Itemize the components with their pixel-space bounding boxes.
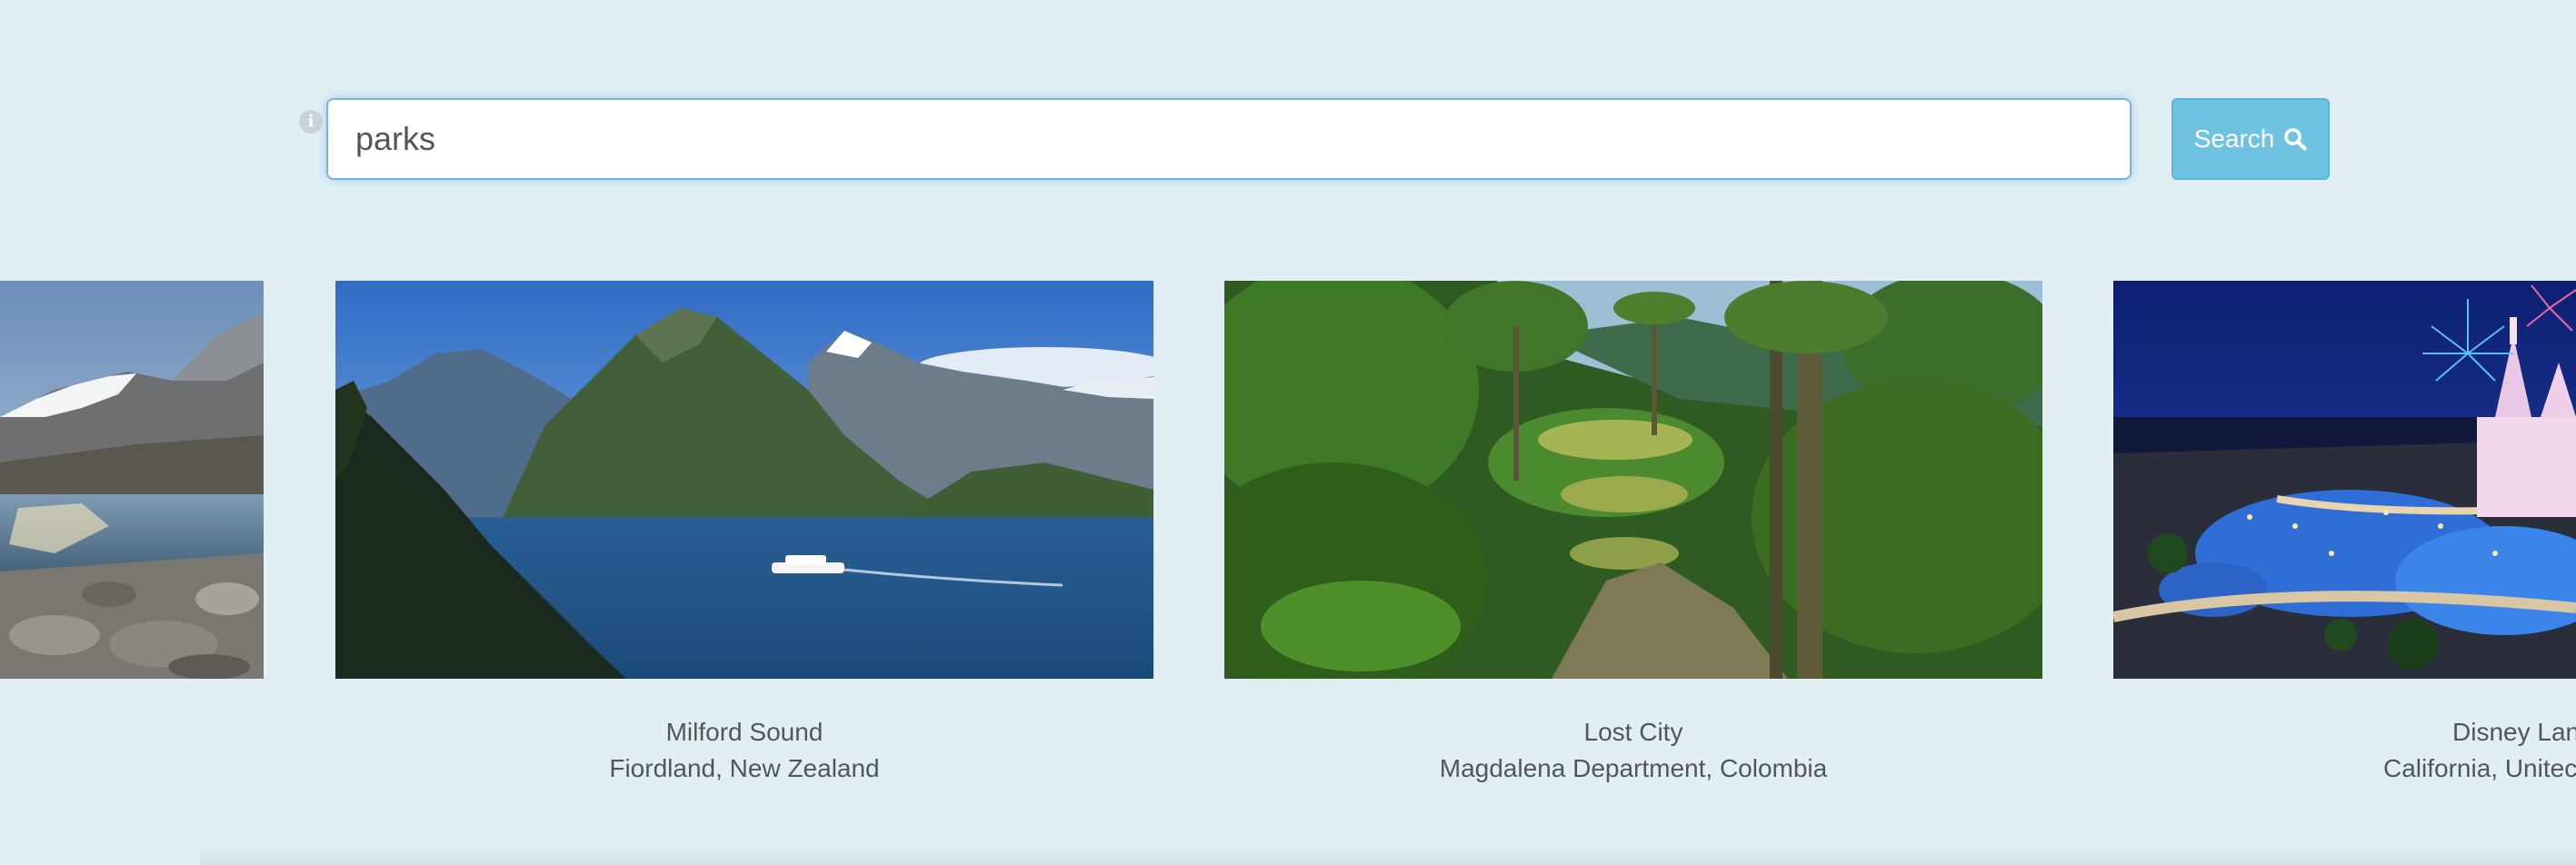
glacier-lake-illustration bbox=[0, 281, 264, 679]
page: i Search bbox=[0, 0, 2576, 865]
card-image-glacier-lake[interactable] bbox=[0, 281, 264, 679]
card-caption-disney-land: Disney Lan California, Unitec bbox=[2383, 714, 2576, 787]
card-location: Magdalena Department, Colombia bbox=[1439, 754, 1828, 782]
card-caption-milford-sound: Milford Sound Fiordland, New Zealand bbox=[335, 714, 1153, 787]
search-icon bbox=[2284, 128, 2307, 151]
card-caption-lost-city: Lost City Magdalena Department, Colombia bbox=[1224, 714, 2042, 787]
card-title[interactable]: Disney Lan bbox=[2452, 714, 2576, 751]
bottom-panel-edge bbox=[200, 845, 2576, 865]
card-image-milford-sound[interactable] bbox=[335, 281, 1153, 679]
search-button-label: Search bbox=[2193, 124, 2275, 153]
card-image-disney-land[interactable] bbox=[2113, 281, 2576, 679]
search-input[interactable] bbox=[326, 98, 2132, 180]
castle-night-illustration bbox=[2113, 281, 2576, 679]
jungle-terraces-illustration bbox=[1224, 281, 2042, 679]
card-location: California, Unitec bbox=[2383, 754, 2576, 782]
card-location: Fiordland, New Zealand bbox=[609, 754, 880, 782]
card-image-lost-city[interactable] bbox=[1224, 281, 2042, 679]
card-title[interactable]: Lost City bbox=[1224, 714, 2042, 751]
card-title[interactable]: Milford Sound bbox=[335, 714, 1153, 751]
fjord-illustration bbox=[335, 281, 1153, 679]
search-button[interactable]: Search bbox=[2172, 98, 2330, 180]
info-icon[interactable]: i bbox=[299, 110, 323, 134]
